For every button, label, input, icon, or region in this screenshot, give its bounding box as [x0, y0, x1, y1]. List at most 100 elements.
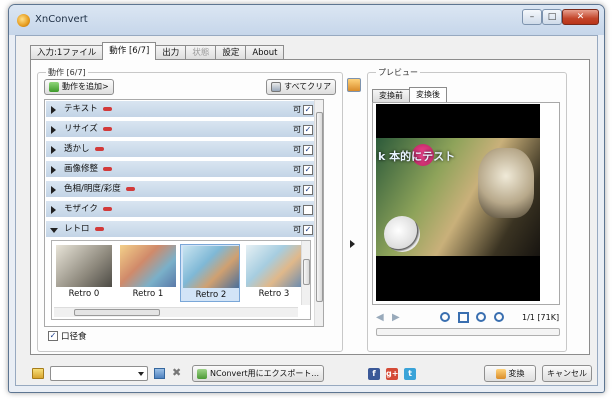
enable-checkbox[interactable]: ✓	[303, 185, 313, 195]
cancel-button[interactable]: キャンセル	[542, 365, 592, 382]
enable-checkbox[interactable]: ✓	[303, 125, 313, 135]
add-action-button[interactable]: 動作を追加>	[44, 79, 114, 95]
retro-preset-3[interactable]: Retro 3	[244, 244, 304, 302]
action-name: モザイク	[64, 204, 98, 214]
corrosion-option[interactable]: ✓ 口径食	[48, 329, 87, 343]
preset-horizontal-scrollbar[interactable]	[54, 307, 298, 317]
folder-icon[interactable]	[32, 368, 44, 379]
clear-icon	[271, 82, 281, 92]
action-item-mosaic[interactable]: モザイク 可	[46, 201, 316, 218]
enabled-label: 可	[293, 145, 301, 154]
corrosion-checkbox[interactable]: ✓	[48, 331, 58, 341]
remove-icon[interactable]	[103, 166, 113, 171]
action-item-resize[interactable]: リサイズ 可 ✓	[46, 121, 316, 138]
expand-icon[interactable]	[51, 166, 56, 174]
remove-icon[interactable]	[102, 206, 112, 211]
actions-group-label: 動作 [6/7]	[46, 67, 88, 78]
cancel-label: キャンセル	[547, 368, 587, 378]
tab-about[interactable]: About	[245, 45, 285, 60]
remove-icon[interactable]	[102, 126, 112, 131]
scroll-thumb[interactable]	[74, 309, 160, 316]
chevron-down-icon	[138, 372, 144, 376]
actions-group: 動作 [6/7] 動作を追加> すべてクリア テキスト 可 ✓ リサイズ 可 ✓…	[37, 67, 343, 352]
tab-before[interactable]: 変換前	[372, 89, 410, 102]
facebook-icon[interactable]: f	[368, 368, 380, 380]
save-icon[interactable]	[154, 368, 165, 379]
close-button[interactable]: ✕	[562, 9, 599, 25]
remove-icon[interactable]	[102, 106, 112, 111]
action-name: リサイズ	[64, 124, 98, 134]
scroll-thumb[interactable]	[303, 259, 310, 285]
scroll-thumb[interactable]	[316, 112, 323, 302]
preset-combo[interactable]	[50, 366, 148, 381]
main-tabs: 入力:1ファイル 動作 [6/7] 出力 状態 設定 About	[30, 42, 285, 60]
preview-scrollbar[interactable]	[376, 328, 560, 336]
expand-icon[interactable]	[51, 146, 56, 154]
delete-icon[interactable]: ✖	[172, 366, 181, 379]
action-name: テキスト	[64, 104, 98, 114]
corrosion-label: 口径食	[61, 332, 87, 342]
tab-output[interactable]: 出力	[155, 45, 187, 60]
google-plus-icon[interactable]: g+	[386, 368, 398, 380]
retro-preset-0[interactable]: Retro 0	[54, 244, 114, 302]
window-title: XnConvert	[35, 14, 88, 25]
enable-checkbox[interactable]: ✓	[303, 165, 313, 175]
convert-button[interactable]: 変換	[484, 365, 536, 382]
expand-icon[interactable]	[51, 206, 56, 214]
fit-icon[interactable]	[458, 312, 469, 323]
add-action-label: 動作を追加>	[62, 82, 109, 91]
enable-checkbox[interactable]: ✓	[303, 105, 313, 115]
add-icon	[49, 82, 59, 92]
expand-icon[interactable]	[51, 186, 56, 194]
export-icon	[197, 368, 207, 379]
action-item-enhance[interactable]: 画像修整 可 ✓	[46, 161, 316, 178]
overlay-text: k 本的にテスト	[378, 150, 456, 163]
tab-input[interactable]: 入力:1ファイル	[30, 45, 104, 60]
title-bar[interactable]: XnConvert – □ ✕	[9, 5, 604, 35]
preset-vertical-scrollbar[interactable]	[301, 241, 310, 305]
action-item-retro[interactable]: レトロ 可 ✓	[46, 221, 316, 238]
next-arrow-icon[interactable]: ▶	[392, 312, 404, 324]
retro-preset-1[interactable]: Retro 1	[118, 244, 178, 302]
zoom-in-icon[interactable]	[440, 312, 450, 322]
remove-icon[interactable]	[94, 146, 104, 151]
enable-checkbox[interactable]: ✓	[303, 145, 313, 155]
remove-icon[interactable]	[94, 226, 104, 231]
client-area: 入力:1ファイル 動作 [6/7] 出力 状態 設定 About 動作 [6/7…	[15, 35, 598, 386]
bottom-toolbar: ✖ NConvert用にエクスポート... f g+ t 変換 キャンセル	[16, 358, 597, 392]
retro-preset-2[interactable]: Retro 2	[180, 244, 240, 302]
enable-checkbox[interactable]	[303, 205, 313, 215]
preview-toggle-icon[interactable]	[347, 78, 361, 92]
zoom-actual-icon[interactable]	[476, 312, 486, 322]
retro-preset-panel: Retro 0 Retro 1 Retro 2 Retro 3	[51, 240, 311, 320]
maximize-button[interactable]: □	[542, 9, 562, 25]
remove-icon[interactable]	[125, 186, 135, 191]
prev-arrow-icon[interactable]: ◀	[376, 312, 388, 324]
action-list: テキスト 可 ✓ リサイズ 可 ✓ 透かし 可 ✓ 画像修整 可 ✓ 色相/明度…	[44, 99, 324, 327]
export-nconvert-button[interactable]: NConvert用にエクスポート...	[192, 365, 325, 382]
action-name: 透かし	[64, 144, 90, 154]
zoom-out-icon[interactable]	[494, 312, 504, 322]
expand-icon[interactable]	[51, 126, 56, 134]
tab-status: 状態	[185, 45, 217, 60]
soccer-ball	[384, 216, 420, 252]
tab-after[interactable]: 変換後	[409, 87, 447, 102]
enable-checkbox[interactable]: ✓	[303, 225, 313, 235]
twitter-icon[interactable]: t	[404, 368, 416, 380]
collapse-icon[interactable]	[50, 228, 58, 233]
action-item-text[interactable]: テキスト 可 ✓	[46, 101, 316, 118]
action-item-hsl[interactable]: 色相/明度/彩度 可 ✓	[46, 181, 316, 198]
action-item-watermark[interactable]: 透かし 可 ✓	[46, 141, 316, 158]
preset-thumbnail	[56, 245, 112, 287]
tab-settings[interactable]: 設定	[215, 45, 247, 60]
tab-content: 動作 [6/7] 動作を追加> すべてクリア テキスト 可 ✓ リサイズ 可 ✓…	[30, 59, 590, 355]
expand-icon[interactable]	[51, 106, 56, 114]
page-info: 1/1 [71K]	[522, 313, 560, 322]
action-name: 画像修整	[64, 164, 99, 174]
minimize-button[interactable]: –	[522, 9, 542, 25]
preset-label: Retro 2	[195, 290, 227, 300]
preset-label: Retro 0	[68, 289, 100, 299]
tab-actions[interactable]: 動作 [6/7]	[102, 42, 157, 60]
action-list-scrollbar[interactable]	[314, 100, 323, 326]
clear-all-button[interactable]: すべてクリア	[266, 79, 337, 95]
